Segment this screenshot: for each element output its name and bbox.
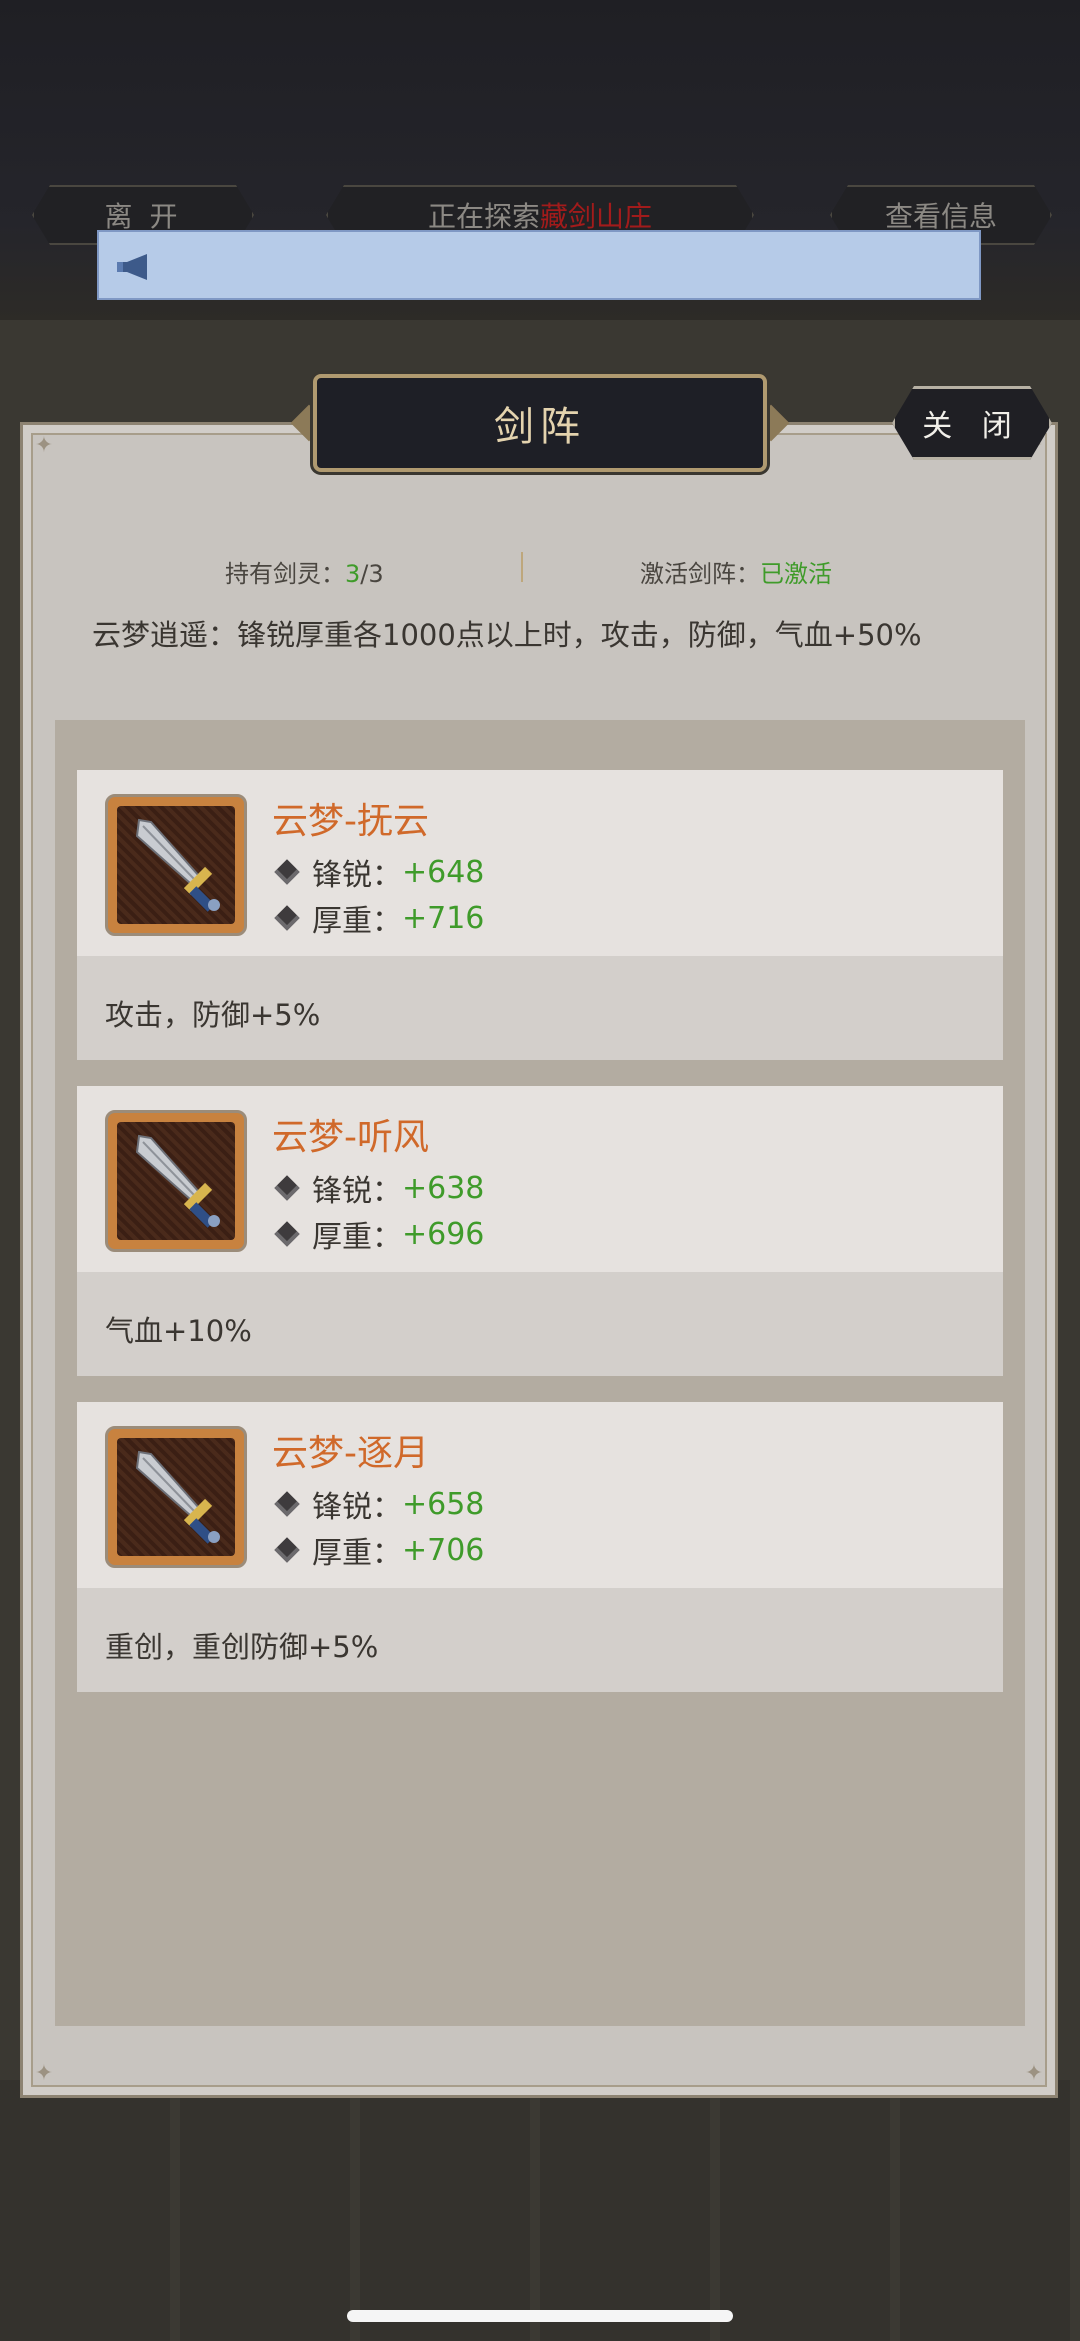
diamond-icon [274,1175,300,1201]
stat-value: +638 [402,1170,485,1206]
stat-label: 锋锐： [312,1174,402,1209]
held-total: /3 [360,560,384,588]
weight-stat: 厚重： +696 [272,1212,484,1256]
view-info-label: 查看信息 [884,200,997,233]
stat-label: 锋锐： [312,1490,402,1525]
diamond-icon [274,859,300,885]
diamond-icon [274,1491,300,1517]
weight-stat: 厚重： +706 [272,1528,484,1572]
stat-label: 厚重： [312,1536,402,1571]
sharpness-stat: 锋锐： +648 [272,850,484,894]
home-indicator[interactable] [347,2310,733,2322]
item-slot[interactable] [105,794,247,936]
weight-stat: 厚重： +716 [272,896,484,940]
item-background [117,1122,235,1240]
stat-label: 厚重： [312,904,402,939]
item-background [117,1438,235,1556]
card-effect-area: 重创，重创防御+5% [77,1588,1003,1692]
close-button[interactable]: 关 闭 [892,386,1052,460]
sharpness-stat: 锋锐： +658 [272,1482,484,1526]
close-label: 关 闭 [922,409,1022,444]
item-slot[interactable] [105,1426,247,1568]
stat-value: +648 [402,854,485,890]
sword-name: 云梦-听风 [272,1117,429,1158]
card-header: 云梦-逐月 锋锐： +658 厚重： +706 [77,1402,1003,1588]
set-bonus-description: 云梦逍遥：锋锐厚重各1000点以上时，攻击，防御，气血+50% [92,618,922,652]
item-background [117,806,235,924]
stat-value: +696 [402,1216,485,1252]
item-slot[interactable] [105,1110,247,1252]
notice-bar[interactable] [97,230,981,300]
corner-ornament-icon: ✦ [1024,2061,1044,2086]
corner-ornament-icon: ✦ [34,2061,54,2086]
stat-value: +716 [402,900,485,936]
exploring-location: 藏剑山庄 [540,200,653,233]
sword-card[interactable]: 云梦-听风 锋锐： +638 厚重： +696 气血+10% [77,1086,1003,1376]
sword-card[interactable]: 云梦-抚云 锋锐： +648 厚重： +716 攻击，防御+5% [77,770,1003,1060]
held-spirits: 持有剑灵：3/3 [225,554,384,589]
activate-status: 已激活 [760,560,832,588]
panel-title: 剑阵 [313,374,767,472]
held-current: 3 [345,560,361,588]
sword-name: 云梦-抚云 [272,801,429,842]
card-header: 云梦-听风 锋锐： +638 厚重： +696 [77,1086,1003,1272]
stat-label: 厚重： [312,1220,402,1255]
floor-background [0,2080,1080,2341]
stat-value: +658 [402,1486,485,1522]
sword-name: 云梦-逐月 [272,1433,429,1474]
exploring-prefix: 正在探索 [427,200,540,233]
card-header: 云梦-抚云 锋锐： +648 厚重： +716 [77,770,1003,956]
card-effect-area: 气血+10% [77,1272,1003,1376]
activation-status: 激活剑阵：已激活 [640,554,832,589]
stat-label: 锋锐： [312,858,402,893]
horn-icon [117,254,147,280]
leave-label: 离 开 [104,200,182,233]
sword-effect: 攻击，防御+5% [105,998,321,1032]
sword-icon [135,1134,220,1228]
held-label: 持有剑灵： [225,560,345,588]
sword-icon [135,1450,220,1544]
sword-icon [135,818,220,912]
sharpness-stat: 锋锐： +638 [272,1166,484,1210]
diamond-icon [274,1537,300,1563]
corner-ornament-icon: ✦ [34,433,54,458]
diamond-icon [274,905,300,931]
diamond-icon [274,1221,300,1247]
card-effect-area: 攻击，防御+5% [77,956,1003,1060]
formation-stats: 持有剑灵：3/3 激活剑阵：已激活 [0,550,1080,590]
sword-effect: 气血+10% [105,1314,252,1348]
activate-label: 激活剑阵： [640,560,760,588]
stat-divider [521,552,523,582]
panel-title-text: 剑阵 [494,404,586,450]
sword-effect: 重创，重创防御+5% [105,1630,379,1664]
stat-value: +706 [402,1532,485,1568]
sword-card[interactable]: 云梦-逐月 锋锐： +658 厚重： +706 重创，重创防御+5% [77,1402,1003,1692]
